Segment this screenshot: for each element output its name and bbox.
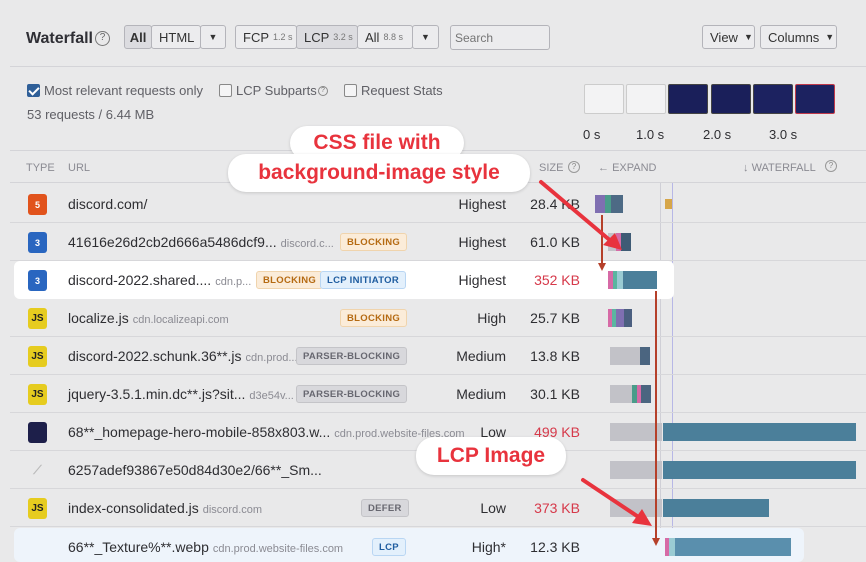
lcp-connector-arrowhead <box>652 538 660 546</box>
css-callout-line2: background-image style <box>228 154 530 192</box>
waterfall-panel: Waterfall ? All HTML ▼ FCP 1.2 s LCP 3.2 s… <box>0 0 866 562</box>
lcp-callout-arrowhead <box>632 509 652 526</box>
lcp-callout-arrow <box>581 478 642 520</box>
css-callout-arrow <box>539 180 614 244</box>
lcp-image-callout: LCP Image <box>416 437 566 475</box>
initiator-connector-arrowhead <box>598 263 606 271</box>
annotation-arrows <box>539 180 660 546</box>
